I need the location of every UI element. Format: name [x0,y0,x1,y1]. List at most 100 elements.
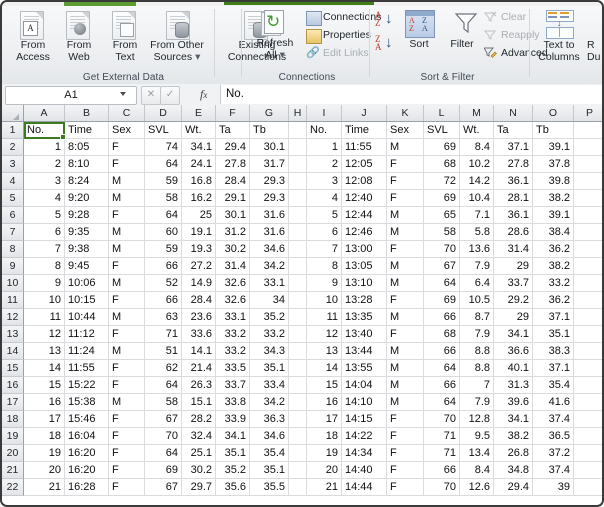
cell-I22[interactable]: 21 [307,479,342,495]
cell-C9[interactable]: F [109,258,145,274]
cell-B6[interactable]: 9:28 [65,207,109,223]
cell-M13[interactable]: 7.9 [460,326,494,342]
cell-O14[interactable]: 38.3 [533,343,574,359]
column-header-I[interactable]: I [307,105,342,121]
cell-E7[interactable]: 19.1 [182,224,216,240]
cell-I8[interactable]: 7 [307,241,342,257]
cell-G22[interactable]: 35.5 [250,479,289,495]
cell-J20[interactable]: 14:34 [342,445,387,461]
cell-M22[interactable]: 12.6 [460,479,494,495]
cell-F15[interactable]: 33.5 [216,360,250,376]
row-header-21[interactable]: 21 [2,462,24,479]
row-header-6[interactable]: 6 [2,207,24,224]
cell-J5[interactable]: 12:40 [342,190,387,206]
cell-K4[interactable]: F [387,173,424,189]
cell-N19[interactable]: 38.2 [494,428,533,444]
cell-H12[interactable] [289,309,307,325]
cell-E9[interactable]: 27.2 [182,258,216,274]
cell-G3[interactable]: 31.7 [250,156,289,172]
cell-B1[interactable]: Time [65,122,109,138]
cell-I7[interactable]: 6 [307,224,342,240]
cell-E19[interactable]: 32.4 [182,428,216,444]
cell-J22[interactable]: 14:44 [342,479,387,495]
cell-H21[interactable] [289,462,307,478]
cell-E15[interactable]: 21.4 [182,360,216,376]
cell-D18[interactable]: 67 [145,411,182,427]
cell-O5[interactable]: 38.2 [533,190,574,206]
cell-F11[interactable]: 32.6 [216,292,250,308]
cell-L2[interactable]: 69 [424,139,460,155]
cell-E4[interactable]: 16.8 [182,173,216,189]
cell-M19[interactable]: 9.5 [460,428,494,444]
cell-B21[interactable]: 16:20 [65,462,109,478]
cell-I16[interactable]: 15 [307,377,342,393]
cell-P6[interactable] [574,207,602,223]
cell-I14[interactable]: 13 [307,343,342,359]
cell-P20[interactable] [574,445,602,461]
cell-E22[interactable]: 29.7 [182,479,216,495]
cell-J18[interactable]: 14:15 [342,411,387,427]
cell-L18[interactable]: 70 [424,411,460,427]
cell-O10[interactable]: 33.2 [533,275,574,291]
cell-F3[interactable]: 27.8 [216,156,250,172]
cell-O2[interactable]: 39.1 [533,139,574,155]
cell-L15[interactable]: 64 [424,360,460,376]
column-header-C[interactable]: C [109,105,145,121]
cell-D8[interactable]: 59 [145,241,182,257]
cell-G9[interactable]: 34.2 [250,258,289,274]
cell-G14[interactable]: 34.3 [250,343,289,359]
row-header-8[interactable]: 8 [2,241,24,258]
cell-C15[interactable]: F [109,360,145,376]
cell-N6[interactable]: 36.1 [494,207,533,223]
column-header-P[interactable]: P [574,105,602,121]
cell-O16[interactable]: 35.4 [533,377,574,393]
cell-A11[interactable]: 10 [24,292,65,308]
cell-B13[interactable]: 11:12 [65,326,109,342]
cell-K17[interactable]: M [387,394,424,410]
column-header-N[interactable]: N [494,105,533,121]
cell-G21[interactable]: 35.1 [250,462,289,478]
cell-F9[interactable]: 31.4 [216,258,250,274]
cell-G8[interactable]: 34.6 [250,241,289,257]
cell-P19[interactable] [574,428,602,444]
cell-G11[interactable]: 34 [250,292,289,308]
cell-G20[interactable]: 35.4 [250,445,289,461]
cell-O13[interactable]: 35.1 [533,326,574,342]
row-header-7[interactable]: 7 [2,224,24,241]
cell-B5[interactable]: 9:20 [65,190,109,206]
formula-input[interactable]: No. [220,85,602,104]
cell-M15[interactable]: 8.8 [460,360,494,376]
cell-P7[interactable] [574,224,602,240]
cell-I17[interactable]: 16 [307,394,342,410]
cell-I11[interactable]: 10 [307,292,342,308]
cell-J1[interactable]: Time [342,122,387,138]
cell-H10[interactable] [289,275,307,291]
cell-O11[interactable]: 36.2 [533,292,574,308]
cell-N16[interactable]: 31.3 [494,377,533,393]
cell-D15[interactable]: 62 [145,360,182,376]
cell-N10[interactable]: 33.7 [494,275,533,291]
cell-B18[interactable]: 15:46 [65,411,109,427]
cell-K13[interactable]: F [387,326,424,342]
cell-N1[interactable]: Ta [494,122,533,138]
cell-L5[interactable]: 69 [424,190,460,206]
cell-H20[interactable] [289,445,307,461]
cell-L1[interactable]: SVL [424,122,460,138]
cell-I21[interactable]: 20 [307,462,342,478]
row-header-16[interactable]: 16 [2,377,24,394]
cell-P5[interactable] [574,190,602,206]
cell-E21[interactable]: 30.2 [182,462,216,478]
column-header-D[interactable]: D [145,105,182,121]
name-box-dropdown-icon[interactable] [120,92,126,96]
cell-L11[interactable]: 69 [424,292,460,308]
row-header-17[interactable]: 17 [2,394,24,411]
cell-M11[interactable]: 10.5 [460,292,494,308]
cell-C21[interactable]: F [109,462,145,478]
cell-P22[interactable] [574,479,602,495]
cell-K10[interactable]: M [387,275,424,291]
cell-A14[interactable]: 13 [24,343,65,359]
cell-A22[interactable]: 21 [24,479,65,495]
column-header-K[interactable]: K [387,105,424,121]
cell-O9[interactable]: 38.2 [533,258,574,274]
cell-D20[interactable]: 64 [145,445,182,461]
